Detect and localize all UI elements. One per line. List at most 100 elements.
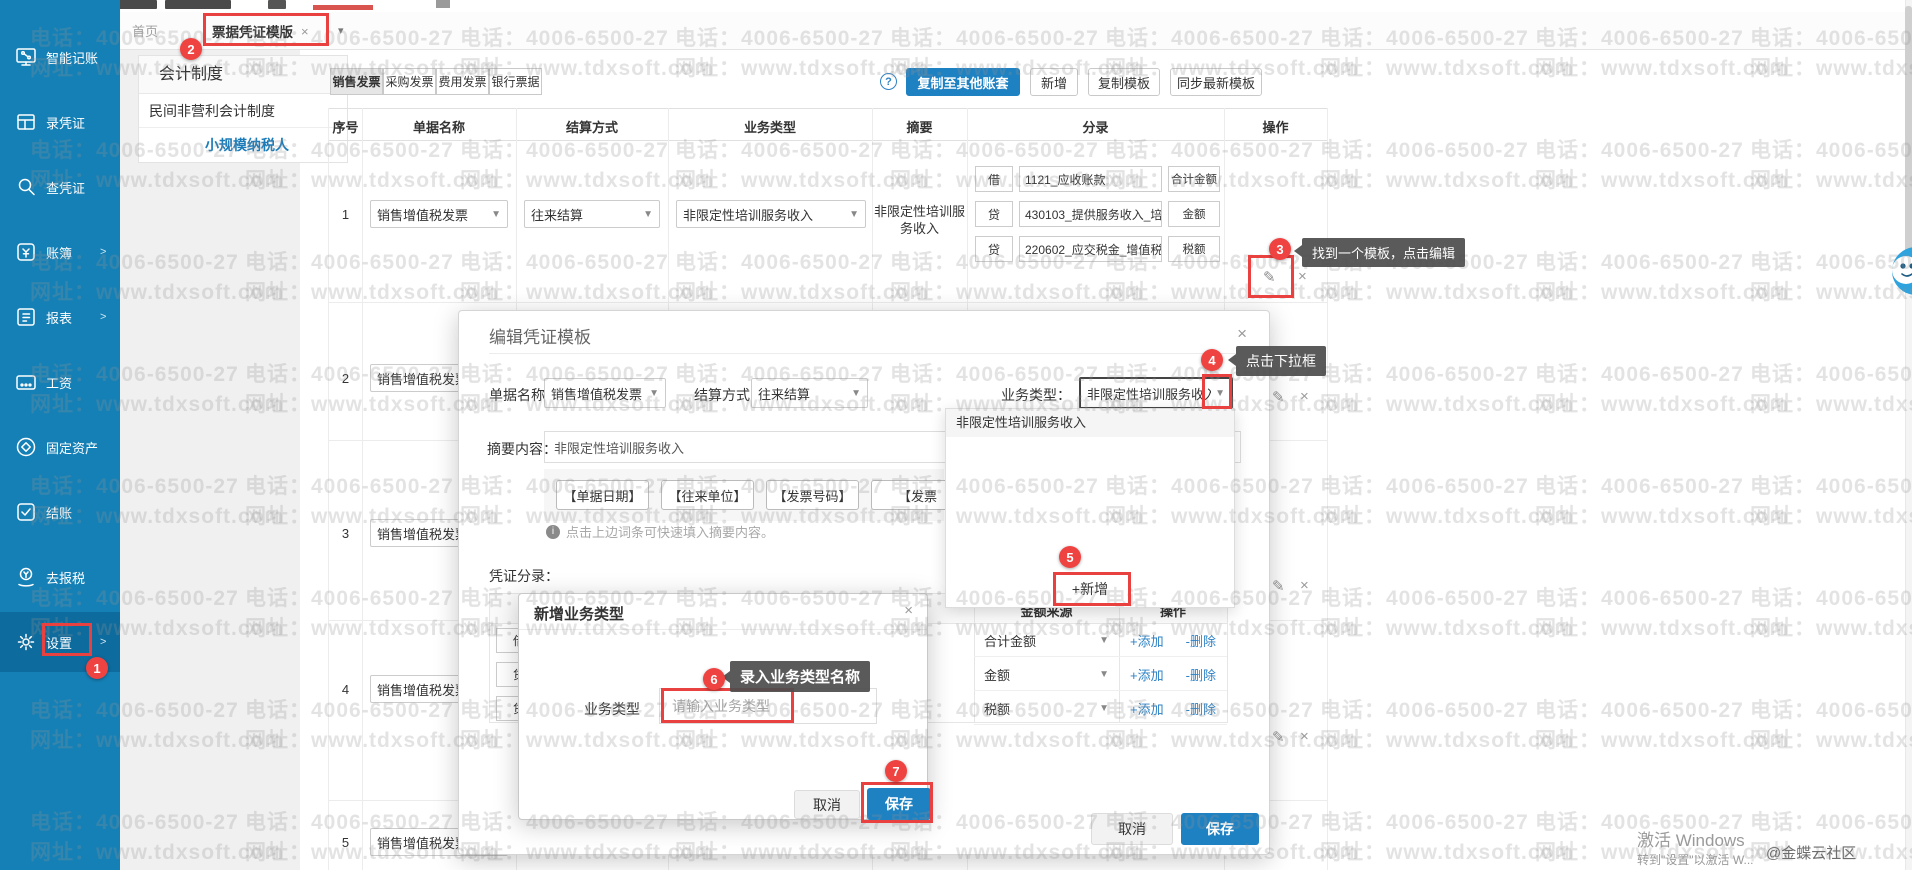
add-button[interactable]: 新增 [1030, 68, 1078, 96]
row-delete-icon[interactable]: × [1300, 388, 1309, 405]
activate-windows-text: 激活 Windows [1637, 826, 1745, 851]
community-watermark-text: @金蝶云社区 [1766, 842, 1856, 863]
entry-amount-box[interactable]: 税额 [1168, 236, 1220, 262]
row1-settle-value: 往来结算 [531, 205, 583, 224]
keyword-button-2[interactable]: 【往来单位】 [661, 480, 754, 510]
entry-row-source-select[interactable]: 金额▼ [974, 658, 1119, 691]
tooltip-arrow [1294, 245, 1302, 257]
sidebar-item-1[interactable]: 智能记账 [0, 27, 120, 87]
copy-to-other-button[interactable]: 复制至其他账套 [906, 68, 1020, 96]
chevron-down-icon: ▼ [491, 209, 501, 220]
entry-row-source-select[interactable]: 税额▼ [974, 692, 1119, 725]
sidebar-item-label: 录凭证 [46, 113, 85, 132]
sidebar-item-8[interactable]: 结账 [0, 482, 120, 542]
sidebar-item-5[interactable]: 报表> [0, 287, 120, 347]
entry-delete-link[interactable]: -删除 [1186, 665, 1216, 684]
annotation-box-add-new [1053, 572, 1131, 606]
col-header-action: 操作 [1224, 117, 1327, 136]
tab-list-caret-icon[interactable]: ▾ [338, 24, 344, 37]
edit-modal-cancel-button[interactable]: 取消 [1091, 813, 1173, 845]
entry-add-link[interactable]: +添加 [1130, 631, 1164, 650]
row1-doc-select[interactable]: 销售增值税发票▼ [370, 200, 508, 228]
keyword-button-1[interactable]: 【单据日期】 [556, 480, 649, 510]
invoice-tab-3[interactable]: 费用发票 [436, 68, 489, 95]
copy-template-button[interactable]: 复制模板 [1088, 68, 1160, 96]
clipped-title-fragment [165, 0, 231, 9]
sync-latest-button[interactable]: 同步最新模板 [1170, 68, 1262, 96]
new-biz-field-label: 业务类型 [584, 699, 640, 719]
settle-select[interactable]: 往来结算▼ [751, 378, 868, 408]
report-icon [14, 305, 38, 329]
entry-side-box: 贷 [975, 236, 1013, 262]
entry-account-box[interactable]: 220602_应交税金_增值税 [1019, 236, 1162, 262]
col-header-entries: 分录 [967, 117, 1224, 136]
edit-modal-close-icon[interactable]: × [1237, 325, 1247, 342]
entry-row-actions: +添加 -删除 [1119, 692, 1227, 725]
entry-add-link[interactable]: +添加 [1130, 699, 1164, 718]
entry-delete-link[interactable]: -删除 [1186, 631, 1216, 650]
mascot-icon[interactable] [1884, 244, 1912, 300]
sidebar-item-7[interactable]: 固定资产 [0, 417, 120, 477]
row-edit-icon[interactable]: ✎ [1272, 728, 1285, 746]
summary-input-value: 非限定性培训服务收入 [554, 438, 684, 457]
entry-amount-box[interactable]: 合计金额 [1168, 166, 1220, 192]
edit-modal-save-button[interactable]: 保存 [1181, 813, 1259, 845]
chevron-right-icon: > [100, 311, 106, 323]
row-no: 3 [329, 526, 362, 541]
new-modal-close-icon[interactable]: × [904, 603, 913, 618]
entry-row-source-select[interactable]: 合计金额▼ [974, 624, 1119, 657]
row-no: 4 [329, 682, 362, 697]
sidebar-item-4[interactable]: 账簿> [0, 222, 120, 282]
fixed-asset-icon [14, 435, 38, 459]
entry-account-box[interactable]: 1121_应收账款 [1019, 166, 1162, 192]
sidebar-item-3[interactable]: 查凭证 [0, 157, 120, 217]
doc-name-select[interactable]: 销售增值税发票▼ [544, 378, 666, 408]
smart-accounting-icon [14, 45, 38, 69]
row-delete-icon[interactable]: × [1300, 728, 1309, 745]
annotation-step-7: 7 [885, 760, 907, 782]
biz-dropdown-item[interactable]: 非限定性培训服务收入 [946, 409, 1234, 437]
help-icon[interactable]: ? [880, 73, 897, 90]
row1-settle-select[interactable]: 往来结算▼ [524, 200, 660, 228]
sidebar-item-2[interactable]: 录凭证 [0, 92, 120, 152]
voucher-entries-label: 凭证分录： [489, 566, 559, 586]
entry-account-box[interactable]: 430103_提供服务收入_培训... [1019, 201, 1162, 227]
invoice-tab-2[interactable]: 采购发票 [383, 68, 436, 95]
annotation-step-3: 3 [1269, 238, 1291, 260]
invoice-tab-1[interactable]: 销售发票 [330, 68, 383, 95]
invoice-tab-4[interactable]: 银行票据 [489, 68, 542, 95]
accounting-item-small-taxpayer[interactable]: 小规模纳税人 [139, 128, 347, 162]
row-edit-icon[interactable]: ✎ [1272, 577, 1285, 595]
entry-add-link[interactable]: +添加 [1130, 665, 1164, 684]
accounting-item-npo[interactable]: 民间非营利会计制度 [139, 94, 347, 128]
biz-type-value: 非限定性培训服务收入 [1087, 384, 1211, 403]
row1-biz-value: 非限定性培训服务收入 [683, 205, 813, 224]
tab-home[interactable]: 首页 [132, 21, 158, 40]
entry-amount-box[interactable]: 金额 [1168, 201, 1220, 227]
entry-side-box: 借 [975, 166, 1013, 192]
chevron-down-icon: ▼ [1099, 703, 1109, 714]
sidebar-item-6[interactable]: 工资 [0, 352, 120, 412]
col-header-doc: 单据名称 [362, 117, 516, 136]
keyword-button-3[interactable]: 【发票号码】 [766, 480, 859, 510]
doc-name-value: 销售增值税发票 [551, 384, 642, 403]
row-edit-icon[interactable]: ✎ [1272, 388, 1285, 406]
new-modal-cancel-button[interactable]: 取消 [794, 790, 860, 819]
sidebar-item-label: 去报税 [46, 568, 85, 587]
entry-delete-link[interactable]: -删除 [1186, 699, 1216, 718]
chevron-down-icon: ▼ [1099, 635, 1109, 646]
col-header-biz: 业务类型 [668, 117, 872, 136]
row-delete-icon[interactable]: × [1300, 577, 1309, 594]
row1-no: 1 [329, 207, 362, 222]
annotation-step-1: 1 [86, 657, 108, 679]
sidebar-item-9[interactable]: 去报税 [0, 547, 120, 607]
annotation-step-2: 2 [180, 38, 202, 60]
col-header-summary: 摘要 [872, 117, 967, 136]
voucher-entry-icon [14, 110, 38, 134]
sidebar: 智能记账录凭证查凭证账簿>报表>工资固定资产结账去报税设置> [0, 0, 120, 870]
row1-biz-select[interactable]: 非限定性培训服务收入▼ [676, 200, 866, 228]
row1-delete-icon[interactable]: × [1298, 268, 1307, 285]
entry-side-box: 贷 [975, 201, 1013, 227]
new-modal-title: 新增业务类型 [534, 603, 624, 624]
tooltip-enter-biz-name: 录入业务类型名称 [730, 661, 870, 692]
